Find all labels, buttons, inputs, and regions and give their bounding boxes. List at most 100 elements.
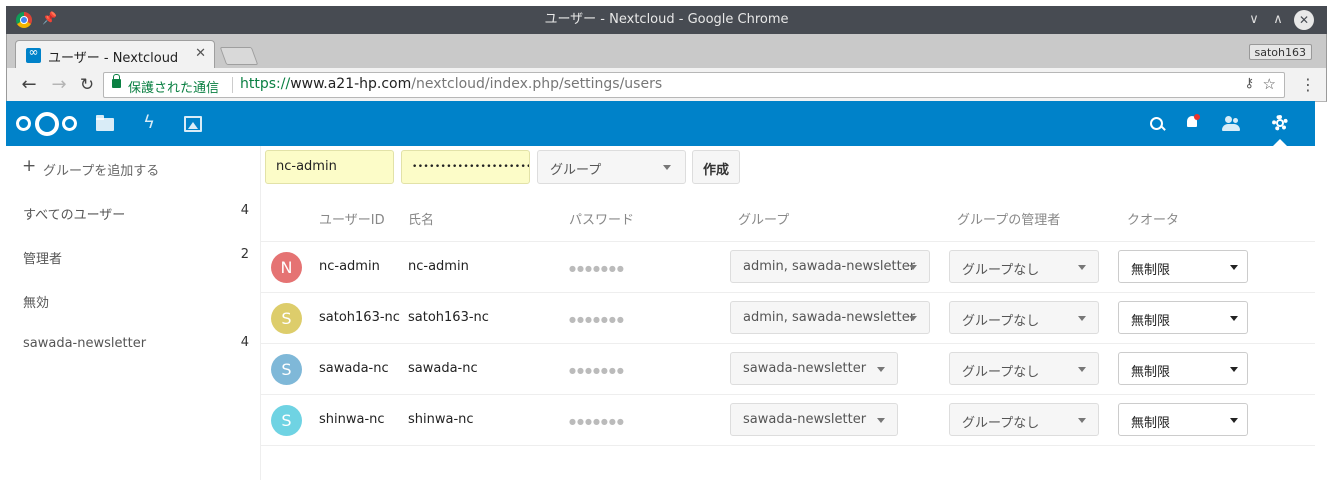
user-display-name[interactable]: satoh163-nc [408,310,489,325]
tab-users[interactable]: ユーザー - Nextcloud ✕ [15,40,215,68]
avatar: S [271,405,302,436]
user-groups-select[interactable]: admin, sawada-newsletter [730,250,930,283]
new-username-input[interactable]: nc-admin [265,150,394,184]
user-quota-select[interactable]: 無制限 [1118,301,1248,334]
chrome-menu-icon[interactable]: ⋮ [1300,75,1316,94]
chevron-down-icon [1230,265,1238,270]
add-group-button[interactable]: + グループを追加する [6,146,260,190]
sidebar-item-disabled[interactable]: 無効 [6,278,260,322]
maximize-icon[interactable]: ∧ [1268,10,1288,30]
url-text[interactable]: https://www.a21-hp.com/nextcloud/index.p… [240,76,662,92]
notifications-bell-icon[interactable] [1174,101,1210,146]
table-row: S satoh163-nc satoh163-nc ●●●●●●● admin,… [261,293,1315,344]
search-icon[interactable] [1138,101,1174,146]
user-quota-select[interactable]: 無制限 [1118,403,1248,436]
groups-sidebar: + グループを追加する すべてのユーザー 4 管理者 2 無効 sawada-n… [6,146,261,480]
user-quota-value: 無制限 [1131,365,1171,380]
url-path: /nextcloud/index.php/settings/users [411,76,663,92]
avatar: N [271,252,302,283]
profile-badge[interactable]: satoh163 [1248,44,1312,60]
user-id: shinwa-nc [319,412,385,427]
user-subadmin-select[interactable]: グループなし [949,250,1099,283]
sidebar-item-sawada-newsletter[interactable]: sawada-newsletter 4 [6,322,260,366]
address-bar[interactable]: 保護された通信 https://www.a21-hp.com/nextcloud… [103,72,1285,98]
chevron-down-icon [909,316,917,321]
col-display-name[interactable]: 氏名 [408,209,434,228]
user-quota-value: 無制限 [1131,416,1171,431]
new-password-input[interactable]: •••••••••••••••••••••••••• [401,150,530,184]
nextcloud-logo-icon[interactable] [16,111,78,137]
user-quota-value: 無制限 [1131,314,1171,329]
user-subadmin-select[interactable]: グループなし [949,301,1099,334]
sidebar-item-count: 2 [240,247,249,262]
minimize-icon[interactable]: ∨ [1244,10,1264,30]
col-password: パスワード [569,213,635,228]
bookmark-star-icon[interactable]: ☆ [1263,75,1276,93]
sidebar-item-label: 管理者 [23,252,63,267]
chevron-down-icon [1230,367,1238,372]
window-title: ユーザー - Nextcloud - Google Chrome [544,12,789,27]
user-id: satoh163-nc [319,310,400,325]
chevron-down-icon [877,367,885,372]
sidebar-item-all-users[interactable]: すべてのユーザー 4 [6,190,260,234]
settings-gear-icon[interactable] [1262,101,1298,146]
user-subadmin-value: グループなし [962,314,1040,329]
new-user-group-select[interactable]: グループ [537,150,686,184]
avatar: S [271,303,302,334]
title-bar: 📌 ユーザー - Nextcloud - Google Chrome ∨ ∧ ✕ [6,6,1327,34]
create-user-button[interactable]: 作成 [692,150,740,184]
chevron-down-icon [1078,316,1086,321]
user-subadmin-value: グループなし [962,416,1040,431]
back-arrow-icon[interactable]: ← [19,75,39,95]
user-display-name[interactable]: shinwa-nc [408,412,474,427]
secure-label: 保護された通信 [128,81,220,96]
gallery-image-icon[interactable] [184,116,202,132]
user-groups-select[interactable]: sawada-newsletter [730,403,898,436]
user-display-name[interactable]: sawada-nc [408,361,478,376]
key-icon[interactable]: ⚷ [1244,76,1254,91]
forward-arrow-icon[interactable]: → [49,75,69,95]
activity-bolt-icon[interactable]: ϟ [140,114,158,132]
user-quota-value: 無制限 [1131,263,1171,278]
chevron-down-icon [663,165,671,170]
sidebar-item-label: すべてのユーザー [23,208,126,223]
tab-label: ユーザー - Nextcloud [48,51,179,66]
url-scheme: https:// [240,76,291,92]
chevron-down-icon [909,265,917,270]
chevron-down-icon [1230,418,1238,423]
user-subadmin-value: グループなし [962,365,1040,380]
user-subadmin-select[interactable]: グループなし [949,403,1099,436]
chevron-down-icon [1078,265,1086,270]
col-groups: グループ [738,213,790,228]
col-userid[interactable]: ユーザーID [319,209,385,228]
user-quota-select[interactable]: 無制限 [1118,250,1248,283]
user-display-name[interactable]: nc-admin [408,259,469,274]
sidebar-item-count: 4 [240,335,249,350]
user-password[interactable]: ●●●●●●● [569,366,625,375]
user-quota-select[interactable]: 無制限 [1118,352,1248,385]
user-password[interactable]: ●●●●●●● [569,315,625,324]
lock-icon [112,74,121,88]
col-quota: クオータ [1127,213,1180,228]
contacts-icon[interactable] [1214,101,1250,146]
reload-icon[interactable]: ↻ [77,75,97,95]
user-groups-select[interactable]: admin, sawada-newsletter [730,301,930,334]
sidebar-item-admin[interactable]: 管理者 2 [6,234,260,278]
tab-close-icon[interactable]: ✕ [195,46,206,61]
group-select-placeholder: グループ [550,163,602,178]
browser-toolbar: ← → ↻ 保護された通信 https://www.a21-hp.com/nex… [6,68,1327,102]
table-row: S shinwa-nc shinwa-nc ●●●●●●● sawada-new… [261,395,1315,446]
user-subadmin-select[interactable]: グループなし [949,352,1099,385]
user-groups-select[interactable]: sawada-newsletter [730,352,898,385]
user-password[interactable]: ●●●●●●● [569,417,625,426]
user-id: nc-admin [319,259,380,274]
files-folder-icon[interactable] [96,115,114,133]
user-groups-value: sawada-newsletter [743,361,867,376]
close-window-icon[interactable]: ✕ [1294,10,1314,30]
avatar: S [271,354,302,385]
user-password[interactable]: ●●●●●●● [569,264,625,273]
chevron-down-icon [1230,316,1238,321]
table-row: S sawada-nc sawada-nc ●●●●●●● sawada-new… [261,344,1315,395]
chevron-down-icon [1078,367,1086,372]
new-tab-button[interactable] [219,47,259,65]
